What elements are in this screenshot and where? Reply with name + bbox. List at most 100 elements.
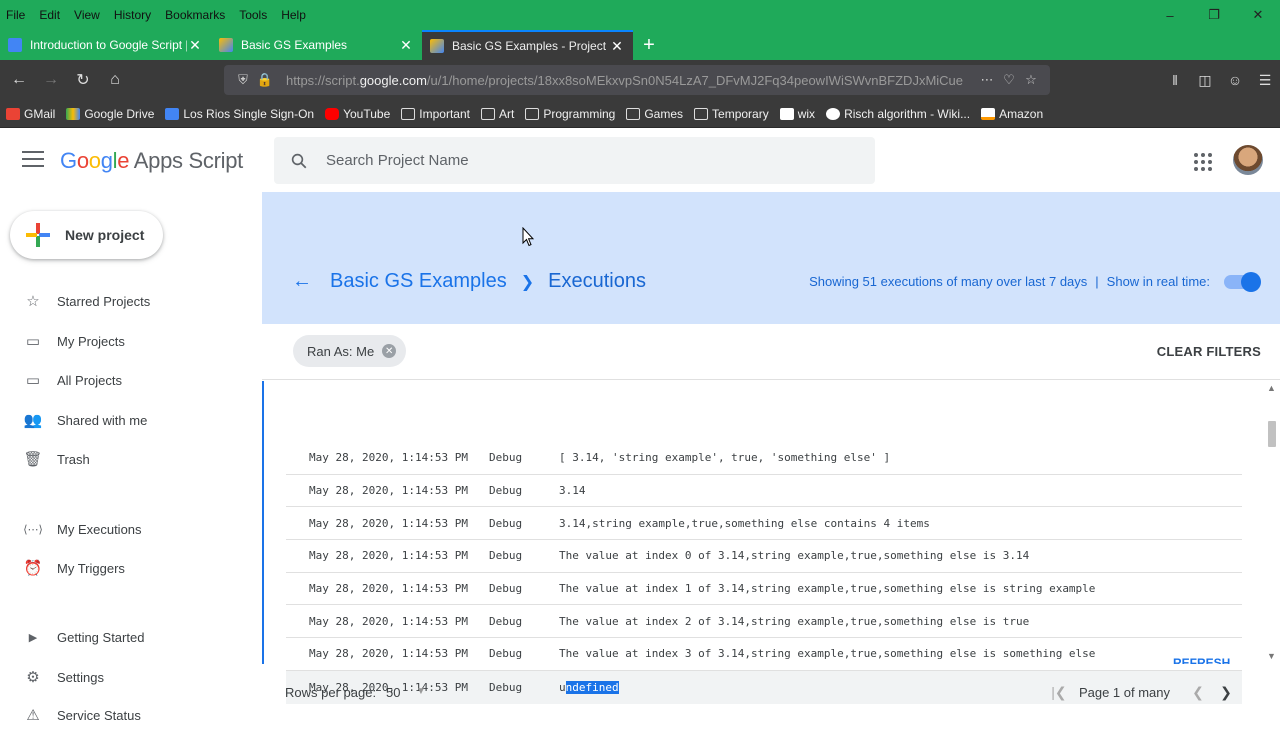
close-tab-icon[interactable]: ✕: [398, 37, 414, 54]
sidebar-item-starred[interactable]: ☆ Starred Projects: [0, 281, 262, 321]
menu-view[interactable]: View: [67, 8, 107, 22]
close-window-icon[interactable]: ✕: [1236, 0, 1280, 30]
bookmark-amazon[interactable]: Amazon: [981, 107, 1043, 121]
bookmark-google-drive[interactable]: Google Drive: [66, 107, 154, 121]
filter-chip[interactable]: Ran As: Me ✕: [293, 335, 407, 367]
browser-tab-executions[interactable]: Basic GS Examples - Project Exe ✕: [422, 30, 633, 60]
sidebar-item-my-executions[interactable]: ⟨⋯⟩ My Executions: [0, 509, 262, 549]
app-menu-icon[interactable]: ☰: [1250, 72, 1280, 89]
url-path: /u/1/home/projects/18xx8soMEkxvpSn0N54Lz…: [426, 72, 964, 88]
filter-chip-label: Ran As: Me: [307, 343, 375, 359]
bookmark-gmail[interactable]: GMail: [6, 107, 55, 121]
forward-icon[interactable]: →: [36, 65, 66, 95]
close-tab-icon[interactable]: ✕: [187, 37, 203, 54]
first-page-icon[interactable]: |❮: [1045, 684, 1073, 701]
sidebar-item-my-triggers[interactable]: ⏰ My Triggers: [0, 548, 262, 588]
log-row[interactable]: May 28, 2020, 1:14:53 PM Debug The value a…: [286, 638, 1242, 671]
tab-title: Introduction to Google Script |: [30, 38, 187, 52]
log-row[interactable]: May 28, 2020, 1:14:53 PM Debug 3.14,string…: [286, 507, 1242, 541]
menu-edit[interactable]: Edit: [32, 8, 67, 22]
log-row[interactable]: May 28, 2020, 1:14:53 PM Debug The value a…: [286, 605, 1242, 639]
close-tab-icon[interactable]: ✕: [609, 38, 625, 55]
star-icon: ☆: [26, 293, 40, 310]
previous-page-icon[interactable]: ❮: [1184, 684, 1212, 701]
log-row[interactable]: May 28, 2020, 1:14:53 PM Debug The value a…: [286, 573, 1242, 606]
minimize-icon[interactable]: –: [1148, 0, 1192, 30]
lock-icon[interactable]: 🔒: [254, 72, 276, 88]
bookmark-star-icon[interactable]: ☆: [1020, 72, 1042, 88]
remove-filter-icon[interactable]: ✕: [382, 344, 397, 358]
log-row[interactable]: May 28, 2020, 1:14:53 PM Debug The value a…: [286, 540, 1242, 573]
log-message: 3.14: [559, 484, 586, 498]
back-icon[interactable]: ←: [4, 65, 34, 95]
people-icon: 👥: [23, 412, 43, 429]
bookmark-folder-important[interactable]: Important: [401, 107, 470, 121]
scroll-down-icon[interactable]: ▼: [1267, 651, 1276, 661]
google-apps-icon[interactable]: [1194, 153, 1212, 171]
url-text[interactable]: https://script.google.com/u/1/home/proje…: [286, 73, 976, 88]
new-tab-icon[interactable]: +: [633, 30, 665, 60]
reload-icon[interactable]: ↻: [68, 65, 98, 95]
new-project-button[interactable]: New project: [10, 211, 163, 259]
next-page-icon[interactable]: ❯: [1212, 684, 1240, 701]
scrollbar-thumb[interactable]: [1268, 421, 1276, 447]
more-actions-icon[interactable]: ⋯: [976, 72, 998, 88]
library-icon[interactable]: ‖: [1160, 72, 1190, 88]
shield-icon[interactable]: ⛨: [232, 72, 254, 88]
sidebar-item-all-projects[interactable]: ▭ All Projects: [0, 360, 262, 400]
log-time: May 28, 2020, 1:14:53 PM: [309, 516, 468, 530]
sidebar-item-my-projects[interactable]: ▭ My Projects: [0, 321, 262, 361]
bookmark-youtube[interactable]: YouTube: [325, 107, 390, 121]
log-scrollbar[interactable]: ▲ ▼: [1264, 381, 1280, 664]
search-input[interactable]: [326, 152, 826, 169]
apps-script-favicon-icon: [219, 38, 233, 52]
bookmark-folder-games[interactable]: Games: [626, 107, 683, 121]
menu-file[interactable]: File: [0, 8, 32, 22]
menu-history[interactable]: History: [107, 8, 158, 22]
log-row[interactable]: May 28, 2020, 1:14:53 PM Debug [ 3.14, 'st…: [286, 442, 1242, 475]
sidebar-item-service-status[interactable]: ⚠ Service Status: [0, 695, 262, 735]
bookmark-folder-art[interactable]: Art: [480, 107, 514, 121]
chevron-right-icon: ❯: [520, 273, 535, 291]
chevron-down-icon[interactable]: ▼: [416, 686, 426, 697]
log-row[interactable]: May 28, 2020, 1:14:53 PM Debug 3.14: [286, 475, 1242, 508]
hamburger-menu-icon[interactable]: [22, 151, 44, 169]
account-icon[interactable]: ☺: [1220, 72, 1250, 88]
menu-tools[interactable]: Tools: [232, 8, 274, 22]
bookmark-folder-temporary[interactable]: Temporary: [694, 107, 769, 121]
rows-per-page-select[interactable]: 50: [386, 685, 400, 700]
sidebar-item-getting-started[interactable]: ▶ Getting Started: [0, 617, 262, 657]
page-title: Executions: [548, 270, 646, 292]
gear-icon: ⚙: [26, 669, 40, 686]
pocket-icon[interactable]: ♡: [998, 72, 1020, 88]
project-search[interactable]: [274, 137, 875, 184]
sidebar-item-trash[interactable]: 🗑 Trash: [0, 439, 262, 479]
bookmark-folder-programming[interactable]: Programming: [525, 107, 615, 121]
restore-icon[interactable]: ❐: [1192, 0, 1236, 30]
browser-menubar: File Edit View History Bookmarks Tools H…: [0, 0, 1280, 30]
clear-filters-button[interactable]: CLEAR FILTERS: [1157, 344, 1261, 359]
address-bar[interactable]: ⛨ 🔒 https://script.google.com/u/1/home/p…: [224, 65, 1050, 95]
bookmark-wix[interactable]: wix: [779, 107, 815, 121]
url-prefix: https://script.: [286, 72, 360, 88]
apps-script-logo[interactable]: Google Apps Script: [60, 148, 243, 174]
sidebar-icon[interactable]: ◫: [1190, 72, 1220, 89]
avatar[interactable]: [1233, 145, 1263, 175]
back-arrow-icon[interactable]: ←: [292, 270, 312, 293]
browser-tab-basic-gs[interactable]: Basic GS Examples ✕: [211, 30, 422, 60]
refresh-button[interactable]: REFRESH: [1173, 656, 1230, 664]
breadcrumb-project[interactable]: Basic GS Examples: [330, 270, 507, 293]
home-icon[interactable]: ⌂: [100, 65, 130, 95]
bookmark-los-rios[interactable]: Los Rios Single Sign-On: [165, 107, 314, 121]
scroll-up-icon[interactable]: ▲: [1267, 383, 1276, 393]
bookmark-label: Google Drive: [84, 106, 155, 121]
browser-tab-intro[interactable]: Introduction to Google Script | ✕: [0, 30, 211, 60]
menu-help[interactable]: Help: [274, 8, 313, 22]
bookmark-risch[interactable]: Risch algorithm - Wiki...: [826, 107, 970, 121]
log-time: May 28, 2020, 1:14:53 PM: [309, 451, 468, 465]
realtime-toggle[interactable]: [1224, 271, 1261, 292]
menu-bookmarks[interactable]: Bookmarks: [158, 8, 232, 22]
sidebar-item-shared[interactable]: 👥 Shared with me: [0, 400, 262, 440]
divider: |: [1095, 274, 1099, 289]
sidebar-item-settings[interactable]: ⚙ Settings: [0, 657, 262, 697]
